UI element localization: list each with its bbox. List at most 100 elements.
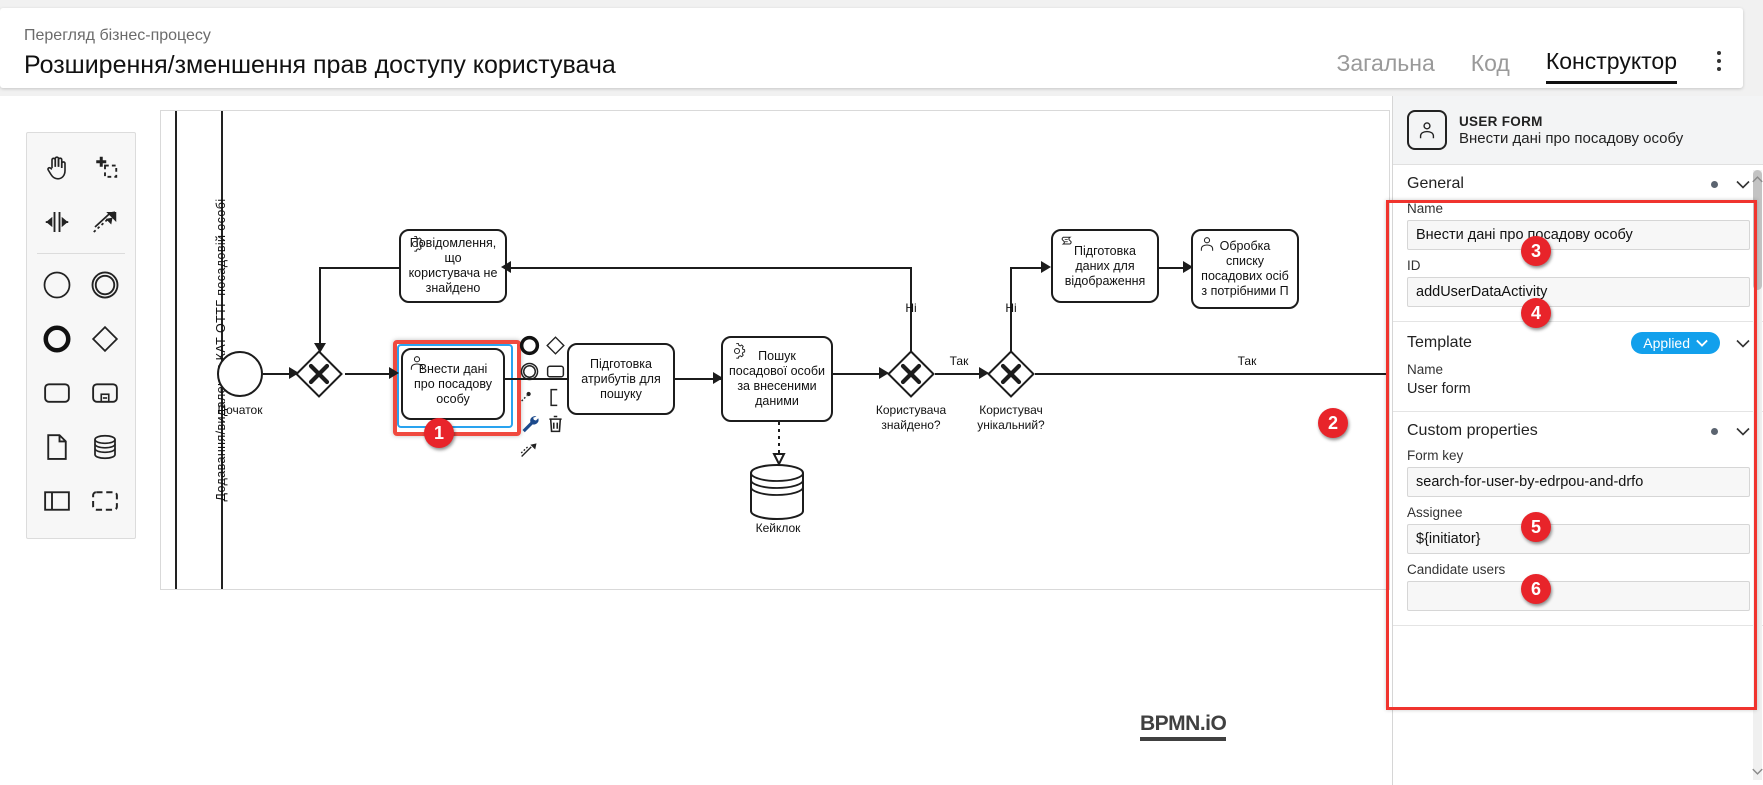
palette-divider	[37, 253, 125, 254]
flow-gw1-to-enter	[345, 373, 393, 375]
data-association-keycloak	[772, 422, 786, 467]
tab-zagalna[interactable]: Загальна	[1336, 50, 1434, 83]
field-label-id: ID	[1407, 258, 1421, 273]
data-object-icon[interactable]	[37, 427, 77, 467]
scroll-up-icon[interactable]	[1752, 174, 1763, 185]
tab-kod[interactable]: Код	[1471, 50, 1510, 83]
context-pad[interactable]	[517, 333, 567, 461]
flow-arrow	[501, 261, 511, 273]
gateway-1[interactable]	[295, 350, 343, 398]
template-applied-pill[interactable]: Applied	[1631, 332, 1720, 354]
task-icon[interactable]	[37, 373, 77, 413]
lane-header: Додавання/видалення КАТ ОТТГ посадовій о…	[191, 111, 228, 589]
kebab-menu-icon[interactable]	[1717, 51, 1721, 81]
element-type-label: USER FORM	[1459, 113, 1543, 129]
participant-icon[interactable]	[37, 481, 77, 521]
start-event-label: Початок	[217, 403, 263, 417]
id-input[interactable]: addUserDataActivity	[1407, 277, 1750, 307]
scroll-down-icon[interactable]	[1752, 766, 1763, 777]
exclusive-gateway-icon[interactable]	[85, 319, 125, 359]
flow-label-tak-2: Так	[1237, 354, 1257, 368]
group-general-header[interactable]: General	[1407, 175, 1750, 193]
editor-canvas[interactable]: Додавання/видалення КАТ ОТТГ посадовій о…	[0, 96, 1763, 785]
intermediate-event-icon[interactable]	[85, 265, 125, 305]
wrench-icon[interactable]	[517, 411, 541, 435]
connect-icon[interactable]	[517, 385, 541, 409]
properties-panel[interactable]: USER FORM Внести дані про посадову особу…	[1392, 96, 1763, 785]
bpmn-io-watermark[interactable]: BPMN.iO	[1140, 712, 1227, 741]
flow-gwfound-to-msg	[507, 267, 912, 269]
name-input[interactable]: Внести дані про посадову особу	[1407, 220, 1750, 250]
field-label-assignee: Assignee	[1407, 505, 1463, 520]
group-icon[interactable]	[85, 481, 125, 521]
pill-label: Applied	[1643, 335, 1690, 351]
scrollbar-thumb[interactable]	[1753, 170, 1762, 290]
task-message-not-found[interactable]: Повідомлення, що користувача не знайдено	[399, 229, 507, 303]
chevron-down-icon[interactable]	[1736, 339, 1750, 348]
annotation-marker-4: 4	[1521, 298, 1551, 328]
flow-arrow	[289, 367, 299, 379]
flow-enter-to-prep	[505, 378, 567, 380]
hand-tool-icon[interactable]	[37, 148, 77, 188]
flow-gwfound-to-gwunique	[935, 373, 983, 375]
chevron-down-icon[interactable]	[1736, 180, 1750, 189]
tab-konstruktor[interactable]: Конструктор	[1545, 48, 1677, 84]
subprocess-icon[interactable]	[85, 373, 125, 413]
gateway-user-found-label: Користувача знайдено?	[875, 403, 947, 432]
flow-label-tak-1: Так	[949, 354, 969, 368]
group-template-header[interactable]: Template Applied	[1407, 332, 1750, 354]
data-store-icon[interactable]	[85, 427, 125, 467]
flow-arrow	[713, 372, 723, 384]
append-sequence-flow-icon[interactable]	[517, 437, 541, 461]
group-custom-header[interactable]: Custom properties	[1407, 422, 1750, 440]
service-task-gear-icon	[733, 343, 746, 359]
candidate-users-input[interactable]	[1407, 581, 1750, 611]
append-end-event-icon[interactable]	[517, 333, 541, 357]
breadcrumb: Перегляд бізнес-процесу	[24, 27, 211, 44]
bpmn-palette[interactable]	[26, 132, 136, 539]
task-label: Підготовка атрибутів для пошуку	[581, 356, 661, 401]
group-status-dot	[1711, 180, 1718, 188]
flow-arrow	[389, 367, 399, 379]
group-title: General	[1407, 175, 1464, 192]
task-prepare-display-data[interactable]: Підготовка даних для відображення	[1051, 229, 1159, 303]
end-event-icon[interactable]	[37, 319, 77, 359]
service-task-gear-icon	[411, 236, 424, 252]
field-label-form-key: Form key	[1407, 448, 1464, 463]
append-text-annotation-icon[interactable]	[543, 385, 567, 409]
assignee-input[interactable]: ${initiator}	[1407, 524, 1750, 554]
flow-arrow	[979, 367, 989, 379]
flow-gwunique-right	[1035, 373, 1389, 375]
task-prepare-attributes[interactable]: Підготовка атрибутів для пошуку	[567, 343, 675, 415]
connect-tool-icon[interactable]	[85, 202, 125, 242]
page-header: Перегляд бізнес-процесу Розширення/зменш…	[0, 8, 1743, 88]
group-title: Custom properties	[1407, 422, 1538, 439]
group-template[interactable]: Template Applied Name User form	[1393, 322, 1763, 412]
group-custom-properties[interactable]: Custom properties Form key search-for-us…	[1393, 412, 1763, 626]
delete-icon[interactable]	[543, 411, 567, 435]
space-tool-icon[interactable]	[37, 202, 77, 242]
properties-scrollbar[interactable]	[1753, 170, 1762, 780]
flow-msg-to-gw1-v	[319, 267, 321, 351]
start-event-icon[interactable]	[37, 265, 77, 305]
data-store-keycloak[interactable]	[749, 463, 805, 521]
group-general[interactable]: General Name Внести дані про посадову ос…	[1393, 165, 1763, 322]
bpmn-diagram[interactable]: Додавання/видалення КАТ ОТТГ посадовій о…	[160, 110, 1390, 590]
start-event[interactable]	[217, 351, 263, 397]
task-process-person-list[interactable]: Обробка списку посадових осіб з потрібни…	[1191, 229, 1299, 309]
flow-search-to-gwfound	[833, 373, 885, 375]
properties-header-text: USER FORM Внести дані про посадову особу	[1459, 114, 1683, 147]
flow-arrow	[879, 367, 889, 379]
form-key-input[interactable]: search-for-user-by-edrpou-and-drfo	[1407, 467, 1750, 497]
annotation-marker-1: 1	[424, 418, 454, 448]
task-search-person[interactable]: Пошук посадової особи за внесеними даним…	[721, 336, 833, 422]
append-gateway-icon[interactable]	[543, 333, 567, 357]
gateway-user-unique[interactable]	[987, 350, 1035, 398]
lasso-tool-icon[interactable]	[85, 148, 125, 188]
annotation-marker-5: 5	[1521, 512, 1551, 542]
annotation-marker-3: 3	[1521, 236, 1551, 266]
flow-arrow	[314, 343, 326, 353]
gateway-user-found[interactable]	[887, 350, 935, 398]
chevron-down-icon[interactable]	[1736, 427, 1750, 436]
page-title: Розширення/зменшення прав доступу корист…	[24, 51, 616, 79]
